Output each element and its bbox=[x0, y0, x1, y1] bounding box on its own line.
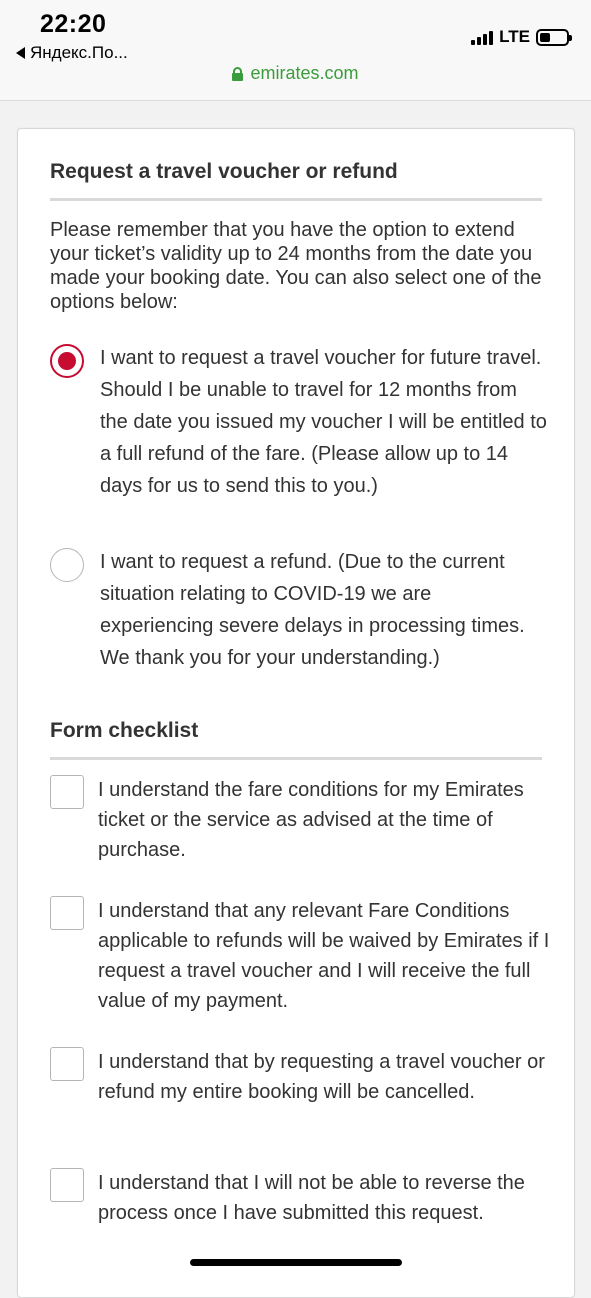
back-to-app-link[interactable]: Яндекс.По... bbox=[16, 43, 128, 63]
browser-chrome: 22:20 Яндекс.По... LTE emirates.com bbox=[0, 0, 591, 101]
status-time: 22:20 bbox=[40, 10, 107, 38]
refund-form-card: Request a travel voucher or refund Pleas… bbox=[17, 128, 575, 1298]
checklist-item[interactable]: I understand that any relevant Fare Cond… bbox=[50, 896, 550, 1016]
signal-icon bbox=[471, 30, 494, 45]
checklist-label: I understand that by requesting a travel… bbox=[98, 1051, 545, 1103]
checklist-label: I understand that any relevant Fare Cond… bbox=[98, 900, 550, 1012]
option-travel-voucher[interactable]: I want to request a travel voucher for f… bbox=[50, 342, 550, 502]
status-indicators: LTE bbox=[471, 27, 572, 47]
checkbox[interactable] bbox=[50, 1047, 84, 1081]
checklist-title: Form checklist bbox=[50, 719, 542, 760]
battery-icon bbox=[536, 28, 572, 46]
url-text: emirates.com bbox=[250, 63, 359, 83]
checklist-item[interactable]: I understand that by requesting a travel… bbox=[50, 1047, 550, 1107]
checkbox[interactable] bbox=[50, 775, 84, 809]
back-arrow-icon bbox=[16, 47, 25, 59]
checklist-label: I understand the fare conditions for my … bbox=[98, 779, 524, 861]
intro-text: Please remember that you have the option… bbox=[50, 219, 542, 313]
option-label: I want to request a travel voucher for f… bbox=[100, 347, 547, 497]
option-label: I want to request a refund. (Due to the … bbox=[100, 551, 525, 669]
address-bar[interactable]: emirates.com bbox=[0, 63, 591, 84]
checkbox[interactable] bbox=[50, 1168, 84, 1202]
lock-icon bbox=[232, 66, 244, 81]
section-title: Request a travel voucher or refund bbox=[50, 160, 542, 201]
network-type: LTE bbox=[499, 27, 530, 46]
checklist-label: I understand that I will not be able to … bbox=[98, 1172, 525, 1224]
checkbox[interactable] bbox=[50, 896, 84, 930]
home-indicator[interactable] bbox=[190, 1259, 402, 1266]
checklist-item[interactable]: I understand that I will not be able to … bbox=[50, 1168, 550, 1228]
back-app-label: Яндекс.По... bbox=[30, 43, 128, 62]
radio-button-voucher[interactable] bbox=[50, 344, 84, 378]
radio-button-refund[interactable] bbox=[50, 548, 84, 582]
option-refund[interactable]: I want to request a refund. (Due to the … bbox=[50, 546, 550, 674]
checklist-item[interactable]: I understand the fare conditions for my … bbox=[50, 775, 550, 865]
